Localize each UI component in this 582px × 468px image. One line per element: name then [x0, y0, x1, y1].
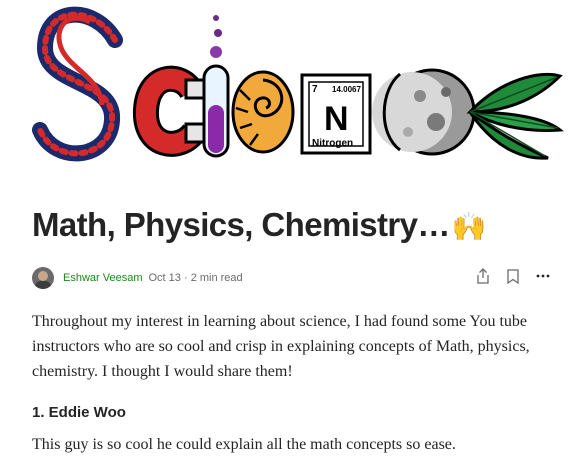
leaves-e-letter — [466, 72, 564, 160]
element-number: 7 — [312, 84, 318, 95]
article-meta: Oct 13 · 2 min read — [148, 272, 242, 284]
meta-separator: · — [183, 272, 188, 284]
paragraph-intro: Throughout my interest in learning about… — [32, 313, 530, 380]
byline: Eshwar Veesam Oct 13 · 2 min read — [32, 265, 552, 291]
article-actions — [474, 267, 552, 285]
test-tube-i-letter — [202, 15, 230, 158]
science-hero-image: 7 14.0067 N Nitrogen — [32, 6, 564, 162]
publish-date: Oct 13 — [148, 272, 181, 284]
bookmark-icon[interactable] — [504, 267, 522, 285]
read-time: 2 min read — [190, 272, 243, 284]
element-symbol: N — [324, 100, 349, 138]
magnet-c-letter — [133, 65, 206, 157]
author-link[interactable]: Eshwar Veesam — [63, 272, 142, 284]
avatar[interactable] — [32, 267, 54, 289]
element-mass: 14.0067 — [332, 85, 361, 94]
dna-s-letter — [32, 6, 123, 162]
more-icon[interactable] — [534, 267, 552, 285]
element-name: Nitrogen — [312, 138, 353, 149]
article-title-text: Math, Physics, Chemistry… — [32, 206, 450, 243]
ammonite-e-letter — [231, 70, 295, 154]
section-heading: 1. Eddie Woo — [32, 404, 126, 421]
moon-c-letter — [372, 68, 476, 156]
article-title: Math, Physics, Chemistry…🙌 — [32, 206, 487, 244]
paragraph-eddie-woo: This guy is so cool he could explain all… — [32, 436, 456, 453]
share-icon[interactable] — [474, 267, 492, 285]
raised-hands-emoji: 🙌 — [451, 211, 487, 242]
nitrogen-element-card: 7 14.0067 N Nitrogen — [300, 73, 372, 155]
